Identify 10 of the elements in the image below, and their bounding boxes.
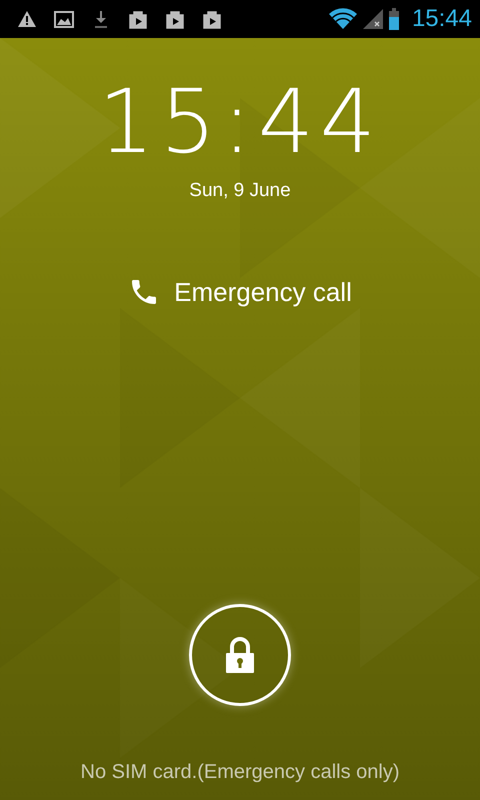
carrier-message: No SIM card.(Emergency calls only) — [80, 761, 400, 784]
status-time: 15:44 — [412, 5, 472, 33]
image-icon[interactable] — [53, 8, 75, 30]
wifi-icon — [328, 7, 358, 31]
unlock-handle[interactable] — [189, 604, 291, 706]
emergency-call-button[interactable]: Emergency call — [120, 272, 360, 312]
lock-date: Sun, 9 June — [189, 180, 291, 202]
battery-icon — [388, 7, 400, 31]
signal-icon — [362, 7, 384, 31]
lock-clock: 15:44 — [98, 72, 382, 172]
